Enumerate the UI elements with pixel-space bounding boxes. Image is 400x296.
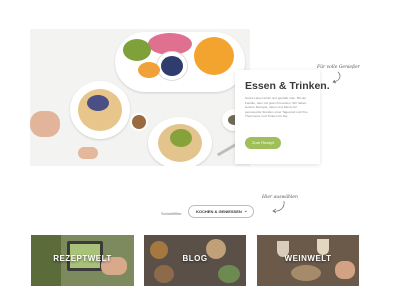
filter-label: Schnellfilter: [161, 211, 182, 216]
tile-rezeptwelt[interactable]: REZEPTWELT: [31, 235, 134, 286]
hero-card: Essen & Trinken. Gutes Leben kocht und g…: [235, 70, 330, 164]
orange-pieces: [138, 62, 160, 78]
hand-left: [30, 111, 60, 137]
curved-arrow-icon-2: [272, 200, 285, 214]
hero-body: Gutes Leben kocht und genießt man. Mit d…: [245, 96, 308, 119]
hand-wine: [335, 261, 355, 279]
chevron-down-icon: ⌄: [243, 208, 248, 214]
tile-label: BLOG: [182, 254, 208, 263]
plate-food: [291, 265, 321, 281]
coffee-cup: [132, 115, 146, 129]
hand-bottom: [78, 147, 98, 159]
tile-weinwelt[interactable]: WEINWELT: [257, 235, 359, 286]
mango-slices: [194, 37, 234, 75]
berries-topping: [87, 95, 109, 111]
hero-title: Essen & Trinken.: [245, 80, 330, 92]
wine-glass-2: [317, 239, 329, 255]
kiwi-topping: [170, 129, 192, 147]
hero-script-note: Für volle Genießer: [317, 65, 360, 70]
blueberries: [161, 56, 183, 76]
table-food-3: [154, 265, 174, 283]
category-select[interactable]: KOCHEN & GENIESSEN ⌄: [188, 205, 254, 218]
category-select-value: KOCHEN & GENIESSEN: [196, 209, 242, 214]
recipe-button[interactable]: Zum Rezept: [245, 137, 281, 149]
kiwi-slices: [123, 39, 151, 61]
tile-label: REZEPTWELT: [53, 254, 112, 263]
curved-arrow-icon: [332, 71, 341, 84]
table-food-4: [218, 265, 240, 283]
tile-blog[interactable]: BLOG: [144, 235, 246, 286]
tile-label: WEINWELT: [284, 254, 332, 263]
hero-image: [30, 29, 250, 166]
